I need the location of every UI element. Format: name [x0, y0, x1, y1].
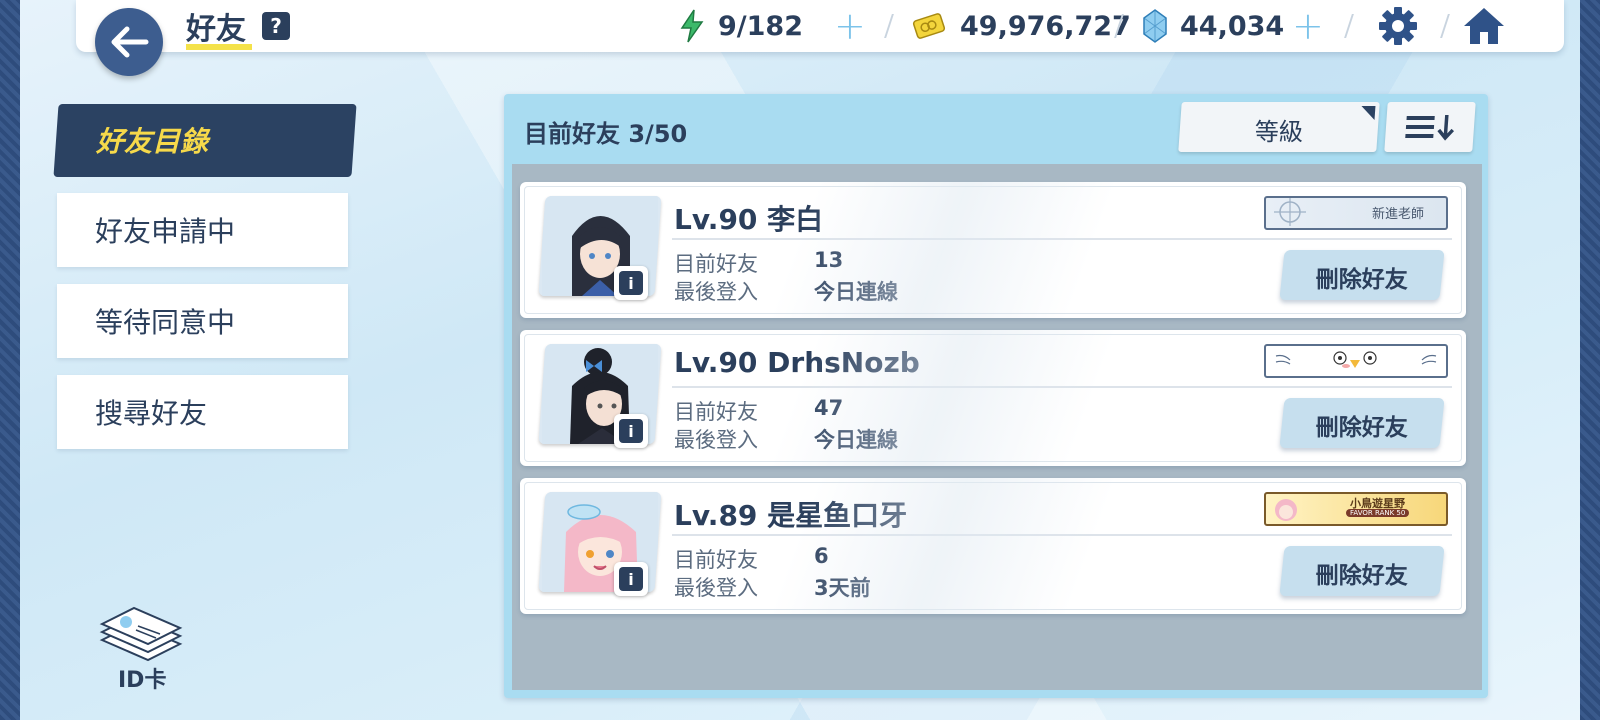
friend-count-title: 目前好友 3/50 — [524, 120, 688, 148]
crosshair-icon — [1274, 198, 1306, 226]
ap-plus-button[interactable]: + — [834, 7, 866, 45]
pyroxene-gem-icon — [1143, 9, 1167, 43]
title-badge: 新進老師 — [1264, 196, 1448, 230]
last-login-label: 最後登入 — [674, 576, 758, 600]
character-thumbnail — [1275, 499, 1297, 521]
delete-friend-label: 刪除好友 — [1315, 563, 1408, 589]
home-icon — [1464, 8, 1504, 44]
sort-order-button[interactable] — [1384, 102, 1476, 152]
sort-dropdown[interactable]: 等級 — [1178, 102, 1380, 152]
pyroxene-plus-button[interactable]: + — [1292, 7, 1324, 45]
badge-subtext: FAVOR RANK 50 — [1346, 509, 1410, 517]
delete-friend-button[interactable]: 刪除好友 — [1279, 250, 1445, 300]
right-border — [1580, 0, 1600, 720]
sidebar-item-friend-list[interactable]: 好友目錄 — [53, 104, 357, 177]
credits-value: 49,976,727 — [960, 10, 1131, 42]
sidebar-item-label: 等待同意中 — [95, 306, 236, 339]
pyroxene-counter: 44,034 — [1142, 8, 1284, 44]
info-icon: i — [619, 567, 643, 591]
last-login-label: 最後登入 — [674, 428, 758, 452]
info-button[interactable]: i — [614, 414, 648, 448]
divider — [672, 238, 1452, 240]
id-card-label: ID卡 — [118, 668, 167, 693]
friend-count-value: 13 — [814, 248, 844, 272]
title-underline — [186, 44, 252, 50]
delete-friend-label: 刪除好友 — [1315, 415, 1408, 441]
back-button[interactable] — [95, 8, 163, 76]
credits-counter: 49,976,727 — [912, 8, 1131, 44]
info-button[interactable]: i — [614, 266, 648, 300]
info-button[interactable]: i — [614, 562, 648, 596]
delete-friend-button[interactable]: 刪除好友 — [1279, 398, 1445, 448]
ap-counter: 9/182 — [680, 8, 803, 44]
title-badge — [1264, 344, 1448, 378]
divider — [672, 534, 1452, 536]
help-icon[interactable]: ? — [262, 12, 290, 40]
info-icon: i — [619, 419, 643, 443]
sidebar-item-label: 好友申請中 — [95, 215, 236, 248]
friend-name: Lv.89 是星鱼口牙 — [674, 499, 908, 532]
last-login-label: 最後登入 — [674, 280, 758, 304]
dropdown-corner-icon — [1360, 106, 1376, 120]
friend-card[interactable]: i Lv.90 DrhsNozb 目前好友 47 最後登入 今日連線 刪除好友 — [520, 330, 1466, 466]
friend-count-label: 目前好友 — [674, 252, 758, 276]
sidebar-item-friend-requests[interactable]: 好友申請中 — [57, 193, 348, 267]
gear-icon — [1379, 7, 1417, 45]
id-card-icon — [99, 606, 183, 662]
settings-button[interactable] — [1378, 6, 1418, 50]
sidebar-item-search[interactable]: 搜尋好友 — [57, 375, 348, 449]
sidebar-item-pending[interactable]: 等待同意中 — [57, 284, 348, 358]
pyroxene-value: 44,034 — [1180, 10, 1285, 42]
last-login-value: 今日連線 — [814, 428, 898, 452]
delete-friend-button[interactable]: 刪除好友 — [1279, 546, 1445, 596]
friend-count-value: 47 — [814, 396, 844, 420]
back-arrow-icon — [111, 26, 149, 58]
friend-card[interactable]: i Lv.90 李白 目前好友 13 最後登入 今日連線 新進老師 刪除好友 — [520, 182, 1466, 318]
page-title: 好友 — [186, 12, 246, 47]
credit-card-icon — [912, 13, 946, 39]
friend-name: Lv.90 李白 — [674, 203, 824, 236]
last-login-value: 3天前 — [814, 576, 871, 600]
friend-name: Lv.90 DrhsNozb — [674, 346, 920, 379]
friend-list-panel: 目前好友 3/50 等級 i Lv.90 李白 目前好友 13 最後登入 今日連… — [504, 94, 1488, 698]
delete-friend-label: 刪除好友 — [1315, 267, 1408, 293]
sidebar-item-label: 搜尋好友 — [95, 397, 208, 430]
left-border — [0, 0, 20, 720]
info-icon: i — [619, 271, 643, 295]
divider — [672, 386, 1452, 388]
sidebar-item-label: 好友目錄 — [96, 125, 209, 158]
top-bar — [76, 0, 1564, 52]
friend-count-label: 目前好友 — [674, 400, 758, 424]
bird-face-icon — [1275, 351, 1437, 368]
lightning-icon — [680, 9, 704, 43]
friend-card[interactable]: i Lv.89 是星鱼口牙 目前好友 6 最後登入 3天前 小鳥遊星野 FAVO… — [520, 478, 1466, 614]
friend-count-label: 目前好友 — [674, 548, 758, 572]
badge-text: 新進老師 — [1371, 207, 1424, 222]
sort-label: 等級 — [1254, 118, 1303, 146]
home-button[interactable] — [1462, 6, 1506, 50]
last-login-value: 今日連線 — [814, 280, 898, 304]
ap-value: 9/182 — [718, 10, 804, 42]
friend-count-value: 6 — [814, 544, 829, 568]
title-badge: 小鳥遊星野 FAVOR RANK 50 — [1264, 492, 1448, 526]
sort-descending-icon — [1405, 115, 1455, 141]
